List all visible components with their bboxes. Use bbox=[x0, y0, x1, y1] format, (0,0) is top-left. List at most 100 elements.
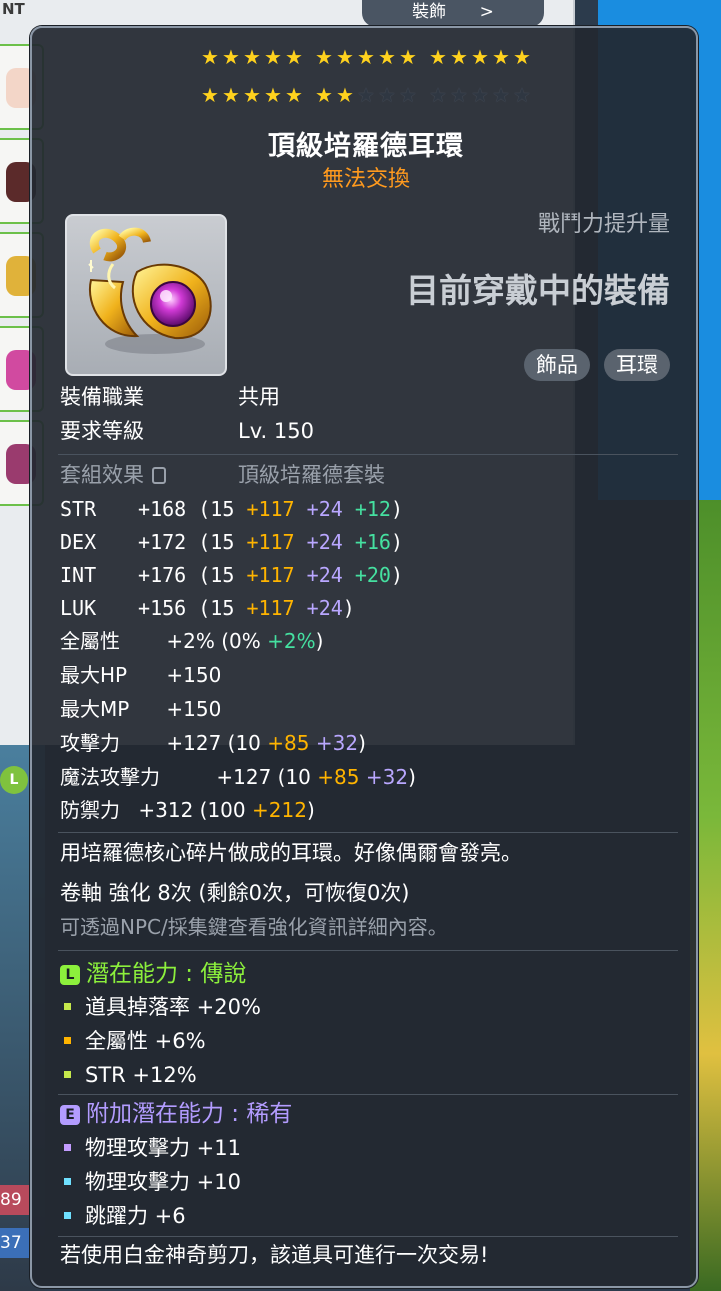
level-badge: L bbox=[0, 766, 28, 794]
star-empty-icon: ★ bbox=[471, 83, 489, 107]
stat-base: (0% bbox=[221, 629, 261, 653]
stat-name: 攻擊力 bbox=[60, 731, 120, 755]
stat-close: ) bbox=[390, 497, 403, 521]
stat-dex: DEX +172 (15 +117 +24 +16) bbox=[60, 527, 403, 557]
star-filled-icon: ★ bbox=[201, 83, 219, 107]
stat-base: (10 bbox=[277, 765, 311, 789]
item-description: 用培羅德核心碎片做成的耳環。好像偶爾會發亮。 bbox=[60, 841, 522, 865]
stat-name: 最大HP bbox=[60, 663, 128, 687]
potential-line-text: 跳躍力 +6 bbox=[85, 1204, 186, 1228]
potential-line-text: 全屬性 +6% bbox=[85, 1029, 206, 1053]
stat-base: (15 bbox=[198, 530, 235, 554]
stat-total: +172 bbox=[138, 530, 187, 554]
equipment-window-title: NT bbox=[2, 0, 25, 18]
potential-line: STR +12% bbox=[64, 1059, 197, 1091]
stat-flame: +85 bbox=[317, 765, 360, 789]
star-filled-icon: ★ bbox=[399, 45, 417, 69]
star-filled-icon: ★ bbox=[378, 45, 396, 69]
chevron-right-icon: > bbox=[479, 2, 494, 22]
star-filled-icon: ★ bbox=[222, 83, 240, 107]
additional-potential-line: 跳躍力 +6 bbox=[64, 1200, 186, 1232]
stat-name: 全屬性 bbox=[60, 629, 120, 653]
starforce-row-1: ★ ★ ★ ★ ★ ★ ★ ★ ★ ★ ★ ★ ★ ★ ★ bbox=[32, 46, 700, 70]
stat-total: +176 bbox=[138, 563, 187, 587]
star-filled-icon: ★ bbox=[471, 45, 489, 69]
stat-total: +156 bbox=[138, 596, 187, 620]
star-filled-icon: ★ bbox=[429, 45, 447, 69]
star-filled-icon: ★ bbox=[201, 45, 219, 69]
stat-enhance: +24 bbox=[306, 530, 343, 554]
stat-str: STR +168 (15 +117 +24 +12) bbox=[60, 494, 403, 524]
npc-info: 可透過NPC/採集鍵查看強化資訊詳細內容。 bbox=[60, 915, 448, 939]
set-effect-label: 套組效果 bbox=[60, 463, 144, 487]
potential-line-text: 道具掉落率 +20% bbox=[85, 995, 261, 1019]
bullet-icon bbox=[64, 1144, 71, 1151]
star-empty-icon: ★ bbox=[492, 83, 510, 107]
star-empty-icon: ★ bbox=[450, 83, 468, 107]
decoration-tab-label: 裝飾 bbox=[412, 2, 447, 22]
star-filled-icon: ★ bbox=[222, 45, 240, 69]
star-filled-icon: ★ bbox=[243, 83, 261, 107]
stat-name: 防禦力 bbox=[60, 798, 120, 822]
stat-enhance: +24 bbox=[306, 497, 343, 521]
star-filled-icon: ★ bbox=[285, 83, 303, 107]
stat-name: STR bbox=[60, 497, 97, 521]
stat-all-stat: 全屬性 +2% (0% +2%) bbox=[60, 626, 323, 656]
star-empty-icon: ★ bbox=[429, 83, 447, 107]
bullet-icon bbox=[64, 1212, 71, 1219]
stat-total: +2% bbox=[166, 629, 215, 653]
equipped-status-label: 目前穿戴中的裝備 bbox=[406, 271, 670, 310]
additional-potential-header: E 附加潛在能力 : 稀有 bbox=[60, 1098, 292, 1130]
stat-max-mp: 最大MP +150 bbox=[60, 694, 221, 724]
stat-name: LUK bbox=[60, 596, 97, 620]
divider bbox=[58, 832, 678, 833]
combat-power-label: 戰鬥力提升量 bbox=[537, 212, 670, 237]
mp-readout: 37 bbox=[0, 1228, 32, 1258]
stat-flame: +117 bbox=[246, 497, 295, 521]
stat-total: +168 bbox=[138, 497, 187, 521]
set-effect-row: 套組效果 頂級培羅德套裝 bbox=[60, 460, 690, 490]
star-filled-icon: ★ bbox=[315, 83, 333, 107]
potential-line: 道具掉落率 +20% bbox=[64, 991, 261, 1023]
starforce-row-2: ★ ★ ★ ★ ★ ★ ★ ★ ★ ★ ★ ★ ★ ★ ★ bbox=[32, 84, 700, 108]
stat-close: ) bbox=[390, 563, 403, 587]
star-filled-icon: ★ bbox=[264, 83, 282, 107]
stat-enhance: +24 bbox=[306, 563, 343, 587]
potential-header: L 潛在能力 : 傳說 bbox=[60, 958, 246, 990]
category-tag: 飾品 bbox=[524, 349, 590, 381]
star-filled-icon: ★ bbox=[492, 45, 510, 69]
item-tooltip: ★ ★ ★ ★ ★ ★ ★ ★ ★ ★ ★ ★ ★ ★ ★ ★ ★ ★ ★ ★ ★ ★ ★ ★ ★ ★ ★ ★ ★ ★ 頂級培羅德耳環 … bbox=[30, 26, 698, 1288]
decoration-tab-button[interactable]: 裝飾 > bbox=[362, 0, 544, 27]
stat-attack: 攻擊力 +127 (10 +85 +32) bbox=[60, 728, 366, 758]
stat-flame: +85 bbox=[267, 731, 310, 755]
stat-total: +150 bbox=[166, 663, 222, 687]
divider bbox=[58, 1094, 678, 1095]
star-empty-icon: ★ bbox=[378, 83, 396, 107]
additional-potential-title: 附加潛在能力 : 稀有 bbox=[86, 1101, 293, 1127]
star-group: ★ ★ ★ ★ ★ bbox=[428, 46, 532, 70]
stat-close: ) bbox=[315, 629, 324, 653]
stat-extra: +12 bbox=[354, 497, 391, 521]
star-group: ★ ★ ★ ★ ★ bbox=[200, 46, 304, 70]
stat-total: +312 bbox=[138, 798, 194, 822]
star-filled-icon: ★ bbox=[513, 45, 531, 69]
type-tag: 耳環 bbox=[604, 349, 670, 381]
potential-title: 潛在能力 : 傳說 bbox=[86, 961, 247, 987]
star-empty-icon: ★ bbox=[399, 83, 417, 107]
additional-potential-line: 物理攻擊力 +11 bbox=[64, 1132, 241, 1164]
stat-flame: +117 bbox=[246, 596, 295, 620]
stat-extra: +2% bbox=[267, 629, 316, 653]
stat-magic-attack: 魔法攻擊力 +127 (10 +85 +32) bbox=[60, 762, 416, 792]
stat-close: ) bbox=[358, 731, 366, 755]
stat-flame: +212 bbox=[252, 798, 307, 822]
stat-defense: 防禦力 +312 (100 +212) bbox=[60, 795, 315, 825]
stat-enhance: +24 bbox=[306, 596, 343, 620]
stat-close: ) bbox=[408, 765, 416, 789]
stat-extra: +20 bbox=[354, 563, 391, 587]
potential-line-text: 物理攻擊力 +11 bbox=[85, 1136, 241, 1160]
stat-total: +127 bbox=[216, 765, 272, 789]
potential-line: 全屬性 +6% bbox=[64, 1025, 206, 1057]
item-icon-frame bbox=[65, 214, 227, 376]
stat-base: (10 bbox=[227, 731, 261, 755]
req-level-value: Lv. 150 bbox=[238, 419, 314, 443]
